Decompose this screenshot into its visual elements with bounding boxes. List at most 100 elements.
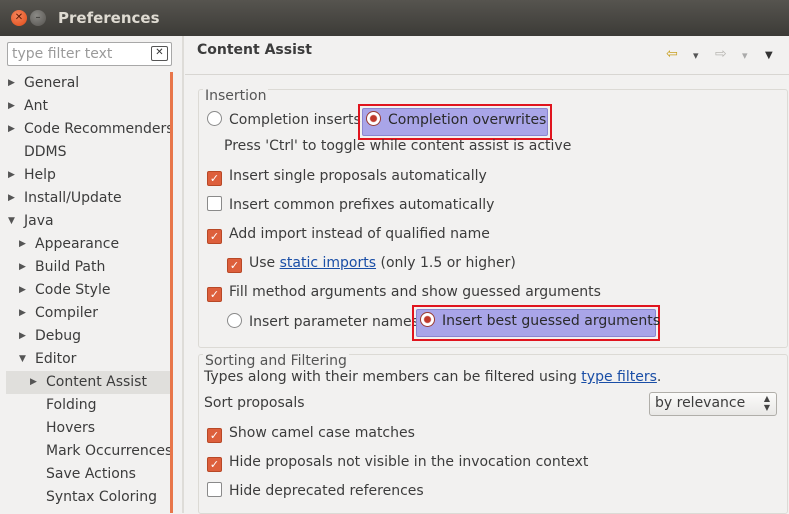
tree-item-label: Content Assist — [46, 374, 147, 390]
insert-parameter-names-label: Insert parameter names — [249, 314, 419, 330]
tree-item[interactable]: ▶ Help — [0, 164, 175, 187]
tree-item-label: Code Recommenders — [24, 121, 174, 137]
sash-divider[interactable] — [182, 36, 184, 513]
tree-item[interactable]: Hovers — [0, 417, 175, 440]
tree-item[interactable]: ▶ Install/Update — [0, 187, 175, 210]
sort-proposals-select[interactable]: by relevance ▲ ▼ — [649, 392, 777, 416]
insert-best-guessed-radio[interactable]: Insert best guessed arguments — [420, 310, 660, 332]
collapsed-arrow-icon[interactable]: ▶ — [19, 256, 26, 279]
tree-item[interactable]: Mark Occurrences — [0, 440, 175, 463]
insert-best-guessed-highlight: Insert best guessed arguments — [412, 305, 660, 341]
back-history-dropdown-icon[interactable]: ▾ — [693, 49, 699, 62]
tree-item-label: Compiler — [35, 305, 99, 321]
tree-item-label: Folding — [46, 397, 97, 413]
insert-parameter-names-radio[interactable]: Insert parameter names — [227, 311, 419, 333]
window-title: Preferences — [58, 9, 160, 27]
tree-item[interactable]: Folding — [0, 394, 175, 417]
tree-item[interactable]: ▶ Ant — [0, 95, 175, 118]
checked-icon: ✓ — [207, 457, 222, 472]
checked-icon: ✓ — [227, 258, 242, 273]
tree-item[interactable]: ▼ Java — [0, 210, 175, 233]
expanded-arrow-icon[interactable]: ▼ — [19, 348, 26, 371]
tree-item-label: Debug — [35, 328, 82, 344]
insert-single-label: Insert single proposals automatically — [229, 168, 487, 184]
tree-item[interactable]: DDMS — [0, 141, 175, 164]
unchecked-icon — [207, 196, 222, 211]
tree-item[interactable]: ▶ Code Recommenders — [0, 118, 175, 141]
tree-item-label: General — [24, 75, 80, 91]
view-menu-icon[interactable]: ▼ — [765, 50, 773, 61]
tree-item-label: Appearance — [35, 236, 120, 252]
forward-history-dropdown-icon[interactable]: ▾ — [742, 49, 748, 62]
use-static-imports-checkbox[interactable]: ✓ Use static imports (only 1.5 or higher) — [227, 252, 516, 274]
forward-arrow-icon[interactable]: ⇨ — [715, 46, 727, 62]
collapsed-arrow-icon[interactable]: ▶ — [8, 95, 15, 118]
static-imports-link[interactable]: static imports — [280, 255, 376, 271]
close-window-icon[interactable]: ✕ — [11, 10, 27, 26]
back-arrow-icon[interactable]: ⇦ — [666, 46, 678, 62]
title-bar: ✕ – Preferences — [0, 0, 789, 36]
tree-item[interactable]: ▶ Compiler — [0, 302, 175, 325]
collapsed-arrow-icon[interactable]: ▶ — [19, 302, 26, 325]
completion-overwrites-radio-icon — [366, 111, 381, 126]
page-title: Content Assist — [197, 42, 312, 58]
camel-case-checkbox[interactable]: ✓ Show camel case matches — [207, 422, 415, 444]
tree-item-label: Hovers — [46, 420, 96, 436]
insertion-legend: Insertion — [203, 88, 269, 104]
use-label: Use — [249, 255, 280, 271]
hide-invisible-label: Hide proposals not visible in the invoca… — [229, 454, 589, 470]
collapsed-arrow-icon[interactable]: ▶ — [19, 325, 26, 348]
checked-icon: ✓ — [207, 428, 222, 443]
tree-item[interactable]: ▶ Debug — [0, 325, 175, 348]
type-filters-link[interactable]: type filters — [581, 369, 657, 385]
tree-item-label: Code Style — [35, 282, 111, 298]
sort-proposals-label: Sort proposals — [204, 395, 305, 411]
insert-common-checkbox[interactable]: Insert common prefixes automatically — [207, 194, 494, 216]
expanded-arrow-icon[interactable]: ▼ — [8, 210, 15, 233]
tree-item-label: Mark Occurrences — [46, 443, 173, 459]
add-import-checkbox[interactable]: ✓ Add import instead of qualified name — [207, 223, 490, 245]
tree-item-label: Syntax Coloring — [46, 489, 158, 505]
tree-item-label: Java — [24, 213, 54, 229]
collapsed-arrow-icon[interactable]: ▶ — [8, 164, 15, 187]
tree-item[interactable]: ▼ Editor — [0, 348, 175, 371]
collapsed-arrow-icon[interactable]: ▶ — [19, 279, 26, 302]
tree-item[interactable]: ▶ Appearance — [0, 233, 175, 256]
completion-inserts-radio[interactable]: Completion inserts — [207, 109, 361, 131]
tree-item-label: Build Path — [35, 259, 106, 275]
completion-overwrites-label: Completion overwrites — [388, 112, 547, 128]
fill-method-args-checkbox[interactable]: ✓ Fill method arguments and show guessed … — [207, 281, 601, 303]
collapsed-arrow-icon[interactable]: ▶ — [8, 187, 15, 210]
minimize-window-icon[interactable]: – — [30, 10, 46, 26]
hide-deprecated-label: Hide deprecated references — [229, 483, 424, 499]
unchecked-icon — [207, 482, 222, 497]
type-filters-description: Types along with their members can be fi… — [204, 369, 662, 385]
collapsed-arrow-icon[interactable]: ▶ — [8, 118, 15, 141]
completion-overwrites-radio[interactable]: Completion overwrites — [366, 109, 546, 131]
tree-item[interactable]: ▶ Content Assist — [6, 371, 170, 394]
filter-box: ✕ — [7, 42, 172, 66]
tree-item-label: Save Actions — [46, 466, 136, 482]
collapsed-arrow-icon[interactable]: ▶ — [19, 233, 26, 256]
tree-item[interactable]: ▶ Code Style — [0, 279, 175, 302]
hide-deprecated-checkbox[interactable]: Hide deprecated references — [207, 480, 424, 502]
clear-filter-icon[interactable]: ✕ — [151, 46, 168, 61]
use-suffix-label: (only 1.5 or higher) — [376, 255, 516, 271]
insert-best-guessed-radio-icon — [420, 312, 435, 327]
tree-item-label: Editor — [35, 351, 77, 367]
completion-inserts-label: Completion inserts — [229, 112, 361, 128]
sidebar-scrollbar[interactable] — [170, 72, 173, 513]
checked-icon: ✓ — [207, 229, 222, 244]
tree-item[interactable]: Save Actions — [0, 463, 175, 486]
header-separator — [185, 74, 789, 75]
collapsed-arrow-icon[interactable]: ▶ — [8, 72, 15, 95]
hide-invisible-proposals-checkbox[interactable]: ✓ Hide proposals not visible in the invoc… — [207, 451, 588, 473]
tree-item[interactable]: ▶ General — [0, 72, 175, 95]
insert-parameter-names-radio-icon — [227, 313, 242, 328]
spinner-arrows-icon: ▲ ▼ — [763, 394, 770, 412]
filter-input[interactable] — [12, 44, 147, 63]
tree-item[interactable]: Syntax Coloring — [0, 486, 175, 509]
tree-item[interactable]: ▶ Build Path — [0, 256, 175, 279]
collapsed-arrow-icon[interactable]: ▶ — [30, 371, 37, 394]
insert-single-checkbox[interactable]: ✓ Insert single proposals automatically — [207, 165, 487, 187]
